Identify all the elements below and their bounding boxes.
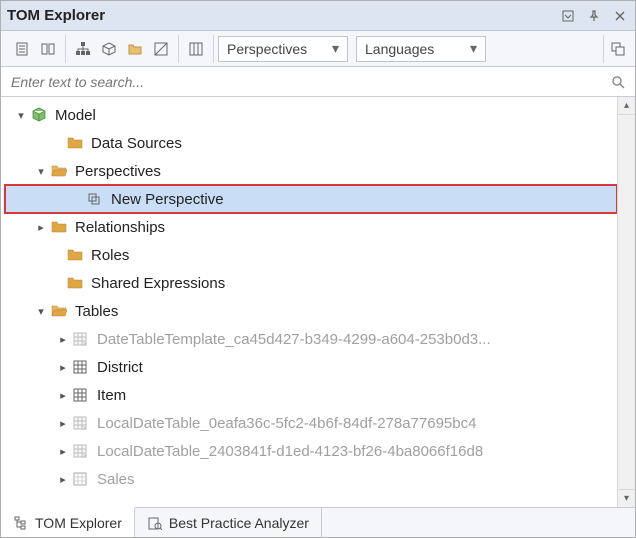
window-title: TOM Explorer — [7, 7, 559, 24]
calc-table-icon: fx — [71, 330, 91, 348]
table-icon — [71, 470, 91, 488]
tree-label: Shared Expressions — [91, 275, 225, 292]
view-icon-2[interactable] — [35, 36, 61, 62]
folder-open-icon — [49, 302, 69, 320]
toolbar: Perspectives ▾ Languages ▾ — [1, 31, 635, 67]
vertical-scrollbar[interactable]: ▴ ▾ — [617, 97, 635, 507]
tree-label: Relationships — [75, 219, 165, 236]
close-icon[interactable] — [611, 7, 629, 25]
tree-node-relationships[interactable]: ▸ Relationships — [5, 213, 617, 241]
search-bar — [1, 67, 635, 97]
folder-icon — [65, 274, 85, 292]
tree-label: DateTableTemplate_ca45d427-b349-4299-a60… — [97, 331, 491, 348]
tree-node-table[interactable]: ▸ Item — [5, 381, 617, 409]
tab-label: Best Practice Analyzer — [169, 515, 309, 531]
view-icon-1[interactable] — [9, 36, 35, 62]
toolbar-group-columns — [179, 35, 214, 63]
pin-icon[interactable] — [585, 7, 603, 25]
scroll-down-icon[interactable]: ▾ — [618, 489, 635, 507]
calc-table-icon: fx — [71, 442, 91, 460]
folder-icon — [65, 246, 85, 264]
tree-label: New Perspective — [111, 191, 224, 208]
expander-icon[interactable]: ▾ — [33, 303, 49, 319]
overflow-icon[interactable] — [603, 35, 631, 63]
expander-icon[interactable]: ▸ — [55, 443, 71, 459]
tree-label: LocalDateTable_0eafa36c-5fc2-4b6f-84df-2… — [97, 415, 476, 432]
tree-node-new-perspective[interactable]: ▸ New Perspective — [5, 185, 617, 213]
folder-icon — [49, 218, 69, 236]
expander-icon[interactable]: ▸ — [33, 219, 49, 235]
scroll-track[interactable] — [618, 115, 635, 489]
tree-node-table[interactable]: ▸ fx LocalDateTable_0eafa36c-5fc2-4b6f-8… — [5, 409, 617, 437]
svg-text:fx: fx — [81, 425, 87, 431]
expander-icon[interactable]: ▸ — [55, 359, 71, 375]
tree-node-data-sources[interactable]: ▸ Data Sources — [5, 129, 617, 157]
languages-dropdown[interactable]: Languages ▾ — [356, 36, 486, 62]
expander-icon[interactable]: ▸ — [55, 415, 71, 431]
expander-icon[interactable]: ▸ — [55, 331, 71, 347]
svg-text:fx: fx — [81, 453, 87, 459]
tree-label: Tables — [75, 303, 118, 320]
tree-node-shared-expressions[interactable]: ▸ Shared Expressions — [5, 269, 617, 297]
table-icon — [71, 358, 91, 376]
expander-icon[interactable]: ▾ — [13, 107, 29, 123]
tree-node-roles[interactable]: ▸ Roles — [5, 241, 617, 269]
tree-label: District — [97, 359, 143, 376]
tree-node-model[interactable]: ▾ Model — [5, 101, 617, 129]
titlebar: TOM Explorer — [1, 1, 635, 31]
scroll-up-icon[interactable]: ▴ — [618, 97, 635, 115]
hierarchy-icon[interactable] — [70, 36, 96, 62]
tree-view[interactable]: ▾ Model ▸ Data Sources ▾ Perspectives ▸ … — [1, 97, 617, 507]
tree-node-tables[interactable]: ▾ Tables — [5, 297, 617, 325]
chevron-down-icon: ▾ — [332, 40, 339, 57]
expander-icon[interactable]: ▾ — [33, 163, 49, 179]
tree-label: LocalDateTable_2403841f-d1ed-4123-bf26-4… — [97, 443, 483, 460]
slice-icon[interactable] — [148, 36, 174, 62]
search-icon[interactable] — [609, 73, 627, 91]
cube-icon[interactable] — [96, 36, 122, 62]
table-icon — [71, 386, 91, 404]
model-icon — [29, 106, 49, 124]
tree-node-table[interactable]: ▸ fx DateTableTemplate_ca45d427-b349-429… — [5, 325, 617, 353]
tab-tom-explorer[interactable]: TOM Explorer — [1, 507, 135, 537]
svg-text:fx: fx — [81, 341, 87, 347]
folder-icon[interactable] — [122, 36, 148, 62]
folder-icon — [65, 134, 85, 152]
tree-label: Data Sources — [91, 135, 182, 152]
toolbar-group-objects — [66, 35, 179, 63]
tab-label: TOM Explorer — [35, 515, 122, 531]
tree-label: Perspectives — [75, 163, 161, 180]
tree-label: Model — [55, 107, 96, 124]
window-dropdown-icon[interactable] — [559, 7, 577, 25]
tree-label: Sales — [97, 471, 135, 488]
tree-node-table[interactable]: ▸ fx LocalDateTable_2403841f-d1ed-4123-b… — [5, 437, 617, 465]
tree-icon — [13, 515, 29, 531]
expander-icon[interactable]: ▸ — [55, 471, 71, 487]
window-controls — [559, 7, 629, 25]
columns-icon[interactable] — [183, 36, 209, 62]
perspectives-dropdown[interactable]: Perspectives ▾ — [218, 36, 348, 62]
search-input[interactable] — [9, 73, 609, 91]
tree-node-table[interactable]: ▸ District — [5, 353, 617, 381]
tree-view-container: ▾ Model ▸ Data Sources ▾ Perspectives ▸ … — [1, 97, 635, 507]
tab-best-practice-analyzer[interactable]: Best Practice Analyzer — [135, 508, 322, 537]
toolbar-group-view — [5, 35, 66, 63]
tree-label: Item — [97, 387, 126, 404]
calc-table-icon: fx — [71, 414, 91, 432]
analyzer-icon — [147, 515, 163, 531]
chevron-down-icon: ▾ — [470, 40, 477, 57]
folder-open-icon — [49, 162, 69, 180]
perspective-icon — [85, 190, 105, 208]
bottom-tabstrip: TOM Explorer Best Practice Analyzer — [1, 507, 635, 537]
perspectives-label: Perspectives — [227, 41, 307, 57]
tree-label: Roles — [91, 247, 129, 264]
languages-label: Languages — [365, 41, 434, 57]
tree-node-table[interactable]: ▸ Sales — [5, 465, 617, 493]
tree-node-perspectives[interactable]: ▾ Perspectives — [5, 157, 617, 185]
expander-icon[interactable]: ▸ — [55, 387, 71, 403]
